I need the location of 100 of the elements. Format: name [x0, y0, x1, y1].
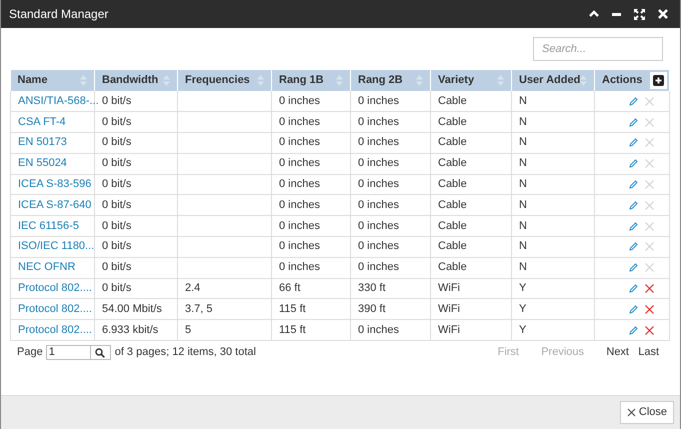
table-cell: 0 inches — [279, 136, 320, 148]
pencil-icon[interactable] — [629, 304, 638, 314]
table-cell: 0 inches — [358, 157, 399, 170]
pager-link[interactable]: Next — [584, 346, 629, 360]
table-cell: 0 bit/s — [102, 178, 132, 190]
name-link[interactable]: IEC 61156-5 — [18, 220, 79, 232]
table-cell: N — [519, 116, 527, 128]
name-link[interactable]: Protocol 802.... — [18, 282, 92, 294]
table-cell: 0 inches — [358, 261, 399, 274]
table-cell: Cable — [438, 220, 467, 232]
table-cell: Y — [519, 324, 526, 336]
table-cell: N — [519, 198, 527, 211]
table-cell: 0 bit/s — [102, 282, 132, 294]
name-link[interactable]: Protocol 802.... — [18, 302, 92, 315]
table-cell: N — [519, 157, 527, 170]
table-cell: N — [519, 261, 527, 274]
plus-icon — [653, 75, 664, 86]
table-cell: WiFi — [438, 324, 460, 336]
table-cell: Cable — [438, 198, 467, 211]
pencil-icon[interactable] — [629, 200, 638, 210]
name-link[interactable]: CSA FT-4 — [18, 116, 66, 128]
table-cell: Cable — [438, 94, 467, 107]
column-header[interactable]: Rang 1B — [279, 74, 336, 87]
table-cell: 2.4 — [185, 282, 200, 294]
name-link[interactable]: Protocol 802.... — [18, 324, 92, 336]
table-cell: N — [519, 178, 527, 190]
table-cell: N — [519, 220, 527, 232]
table-cell: 0 inches — [279, 178, 320, 190]
table-cell: 0 inches — [279, 220, 320, 232]
table-cell: 3.7, 5 — [185, 302, 213, 315]
table-cell: 0 inches — [279, 240, 320, 252]
close-icon — [626, 408, 636, 417]
name-link[interactable]: ICEA S-87-640 — [18, 198, 92, 211]
name-link[interactable]: ISO/IEC 1180... — [18, 240, 94, 252]
table-cell: N — [519, 94, 527, 107]
column-header: Actions — [602, 74, 644, 87]
table-cell: 0 inches — [358, 198, 399, 211]
page-summary: of 3 pages; 12 items, 30 total — [114, 346, 257, 360]
search-field[interactable]: Search... — [533, 37, 663, 61]
delete-icon[interactable] — [645, 284, 654, 294]
pencil-icon[interactable] — [629, 180, 638, 190]
window-title: Standard Manager — [9, 8, 110, 20]
table-cell: N — [519, 136, 527, 148]
name-link[interactable]: ANSI/TIA-568-... — [18, 94, 99, 107]
table-cell: WiFi — [438, 282, 460, 294]
pencil-icon[interactable] — [629, 263, 638, 272]
table-cell: 0 bit/s — [102, 136, 132, 148]
pencil-icon[interactable] — [629, 159, 638, 168]
pencil-icon[interactable] — [629, 118, 638, 127]
delete-icon[interactable] — [645, 304, 654, 314]
column-header[interactable]: Bandwidth — [102, 74, 163, 87]
name-link[interactable]: EN 50173 — [18, 136, 67, 148]
pencil-icon[interactable] — [629, 222, 638, 231]
table-cell: Y — [519, 282, 526, 294]
table-cell: 0 bit/s — [102, 220, 132, 232]
table-cell: 0 bit/s — [102, 116, 132, 128]
pencil-icon[interactable] — [629, 138, 638, 148]
table-cell: Cable — [438, 157, 467, 170]
name-link[interactable]: EN 55024 — [18, 157, 67, 170]
column-header[interactable]: Variety — [438, 74, 497, 87]
table-cell: 0 inches — [358, 240, 399, 252]
table-cell: 0 inches — [358, 116, 399, 128]
table-cell: Y — [519, 302, 526, 315]
table-cell: Cable — [438, 261, 467, 274]
table-cell: 115 ft — [279, 324, 306, 336]
delete-icon[interactable] — [645, 326, 654, 335]
collapse-icon[interactable] — [589, 10, 599, 18]
close-button[interactable]: Close — [620, 401, 674, 424]
table-cell: 0 inches — [279, 116, 320, 128]
pager-link[interactable]: Last — [629, 346, 659, 360]
table-cell: 6.933 kbit/s — [102, 324, 158, 336]
table-cell: 54.00 Mbit/s — [102, 302, 162, 315]
minimize-icon[interactable] — [612, 12, 621, 16]
table-cell: 0 inches — [279, 157, 320, 170]
name-link[interactable]: ICEA S-83-596 — [18, 178, 92, 190]
pencil-icon[interactable] — [629, 326, 638, 335]
table-cell: 66 ft — [279, 282, 300, 294]
table-cell: 0 inches — [279, 261, 320, 274]
table-cell: Cable — [438, 116, 467, 128]
table-cell: 390 ft — [358, 302, 386, 315]
column-header[interactable]: User Added — [519, 74, 580, 87]
close-icon[interactable] — [658, 9, 668, 19]
pencil-icon[interactable] — [629, 96, 638, 106]
table-cell: Cable — [438, 240, 467, 252]
column-header[interactable]: Frequencies — [185, 74, 257, 87]
page-field[interactable]: 1 — [46, 345, 91, 360]
fullscreen-icon[interactable] — [634, 8, 645, 20]
table-cell: Cable — [438, 136, 467, 148]
pencil-icon[interactable] — [629, 242, 638, 252]
column-header[interactable]: Name — [18, 74, 80, 87]
table-cell: 330 ft — [358, 282, 386, 294]
go-button[interactable] — [90, 345, 111, 360]
table-cell: 0 inches — [279, 94, 320, 107]
table-cell: 0 inches — [279, 198, 320, 211]
add-button[interactable] — [650, 72, 667, 89]
pencil-icon[interactable] — [629, 284, 638, 294]
table-cell: 0 bit/s — [102, 198, 132, 211]
column-header[interactable]: Rang 2B — [358, 74, 416, 87]
table-cell: 0 inches — [358, 136, 399, 148]
name-link[interactable]: NEC OFNR — [18, 261, 76, 274]
